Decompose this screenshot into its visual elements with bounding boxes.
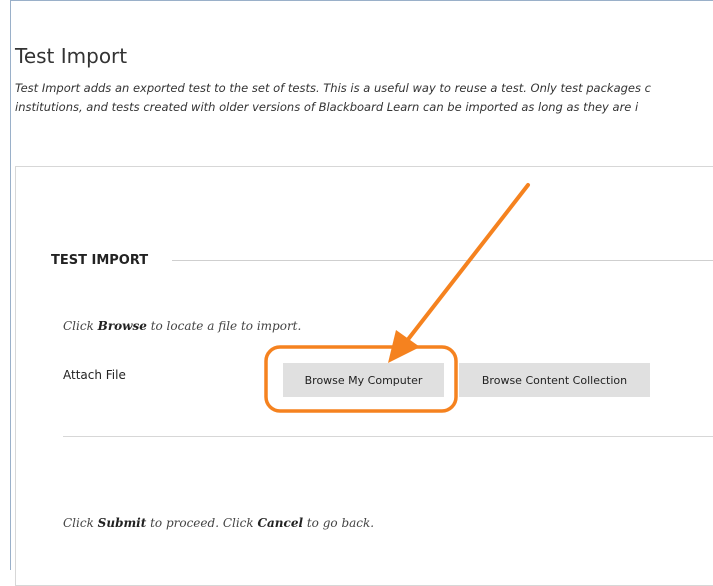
browse-instruction: Click Browse to locate a file to import. [63,319,301,333]
browse-instruction-keyword: Browse [97,319,147,333]
browse-my-computer-button[interactable]: Browse My Computer [283,363,444,397]
submit-instruction-part-1: Click [63,516,98,530]
page-description: Test Import adds an exported test to the… [15,79,703,117]
section-heading: TEST IMPORT [51,253,149,268]
form-divider [63,436,713,437]
page-description-line-1: Test Import adds an exported test to the… [15,81,651,95]
submit-instruction-part-3: to go back. [303,516,375,530]
page-description-line-2: institutions, and tests created with old… [15,100,639,114]
section-divider [172,260,713,261]
cancel-keyword: Cancel [257,516,304,530]
page-title: Test Import [15,44,128,68]
browse-content-collection-button[interactable]: Browse Content Collection [459,363,650,397]
attach-file-label: Attach File [63,368,126,382]
submit-keyword: Submit [97,516,147,530]
submit-instruction-part-2: to proceed. Click [146,516,258,530]
browse-instruction-suffix: to locate a file to import. [146,319,302,333]
browse-instruction-prefix: Click [63,319,98,333]
submit-instruction: Click Submit to proceed. Click Cancel to… [63,516,374,530]
